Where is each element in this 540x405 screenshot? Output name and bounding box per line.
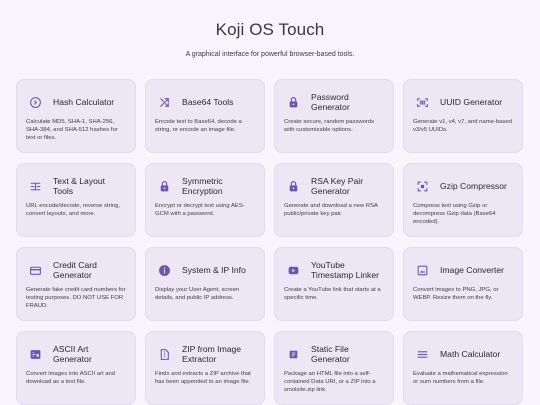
text-align-icon xyxy=(26,177,44,195)
tool-card-youtube-timestamp-linker[interactable]: YouTube Timestamp Linker Create a YouTube… xyxy=(274,247,394,321)
page-subtitle: A graphical interface for powerful brows… xyxy=(185,51,355,58)
tool-card-header: Math Calculator xyxy=(413,343,514,365)
lock-icon xyxy=(284,177,302,195)
tool-card-title: Text & Layout Tools xyxy=(53,176,106,196)
tool-card-title: Image Converter xyxy=(440,265,505,275)
tool-card-description: Evaluate a mathematical expression or su… xyxy=(413,371,508,386)
tool-card-header: ZIP from Image Extractor xyxy=(155,343,256,365)
tool-card-title: UUID Generator xyxy=(440,97,503,107)
tool-card-description: Display your User Agent, screen details,… xyxy=(155,287,240,302)
tool-card-header: Image Converter xyxy=(413,259,514,281)
play-icon xyxy=(284,261,302,279)
tool-card-header: UUID Generator xyxy=(413,91,514,113)
tool-card-header: System & IP Info xyxy=(155,259,256,281)
swap-icon xyxy=(155,93,173,111)
tool-card-title: YouTube Timestamp Linker xyxy=(311,260,379,280)
tool-card-header: Static File Generator xyxy=(284,343,385,365)
tool-card-image-converter[interactable]: Image Converter Convert images to PNG, JP… xyxy=(403,247,523,321)
tool-card-password-generator[interactable]: Password Generator Create secure, random … xyxy=(274,79,394,153)
tool-card-description: URL encode/decode, reverse string, conve… xyxy=(26,203,121,218)
tool-card-description: Calculate MD5, SHA-1, SHA-256, SHA-384, … xyxy=(26,119,118,142)
tool-card-description: Convert images to PNG, JPG, or WEBP. Res… xyxy=(413,287,499,302)
tool-card-title: ASCII Art Generator xyxy=(53,344,92,364)
tool-card-header: Gzip Compressor xyxy=(413,175,514,197)
info-icon xyxy=(155,261,173,279)
tool-card-math-calculator[interactable]: Math Calculator Evaluate a mathematical e… xyxy=(403,331,523,405)
page: Koji OS Touch A graphical interface for … xyxy=(0,0,540,405)
credit-card-icon xyxy=(26,261,44,279)
tool-card-title: Hash Calculator xyxy=(53,97,115,107)
tool-card-hash-calculator[interactable]: Hash Calculator Calculate MD5, SHA-1, SHA… xyxy=(16,79,136,153)
tool-card-base64-tools[interactable]: Base64 Tools Encode text to Base64, decod… xyxy=(145,79,265,153)
tool-card-description: Compress text using Gzip or decompress G… xyxy=(413,203,496,226)
tool-card-header: YouTube Timestamp Linker xyxy=(284,259,385,281)
tool-card-description: Generate v1, v4, v7, and name-based v3/v… xyxy=(413,119,512,134)
tool-card-description: Encode text to Base64, decode a string, … xyxy=(155,119,242,134)
tool-card-title: Symmetric Encryption xyxy=(182,176,223,196)
tool-card-static-file-generator[interactable]: Static File Generator Package an HTML fil… xyxy=(274,331,394,405)
tool-card-title: System & IP Info xyxy=(182,265,246,275)
tool-card-title: Gzip Compressor xyxy=(440,181,507,191)
tool-card-header: Hash Calculator xyxy=(26,91,127,113)
tool-card-description: Encrypt or decrypt text using AES-GCM wi… xyxy=(155,203,245,218)
tool-card-rsa-key-pair-generator[interactable]: RSA Key Pair Generator Generate and downl… xyxy=(274,163,394,237)
tool-card-ascii-art-generator[interactable]: ASCII Art Generator Convert images into A… xyxy=(16,331,136,405)
tool-card-zip-from-image-extractor[interactable]: ZIP from Image Extractor Finds and extrac… xyxy=(145,331,265,405)
tool-card-description: Convert images into ASCII art and downlo… xyxy=(26,371,116,386)
menu-lines-icon xyxy=(413,345,431,363)
tool-card-gzip-compressor[interactable]: Gzip Compressor Compress text using Gzip … xyxy=(403,163,523,237)
tool-card-header: Symmetric Encryption xyxy=(155,175,256,197)
tool-card-symmetric-encryption[interactable]: Symmetric Encryption Encrypt or decrypt t… xyxy=(145,163,265,237)
tool-card-title: Password Generator xyxy=(311,92,350,112)
tool-card-description: Create secure, random passwords with cus… xyxy=(284,119,375,134)
page-title: Koji OS Touch xyxy=(215,20,325,39)
zip-file-icon xyxy=(155,345,173,363)
tool-card-description: Generate fake credit card numbers for te… xyxy=(26,287,126,310)
lock-icon xyxy=(284,93,302,111)
tool-card-title: Math Calculator xyxy=(440,349,501,359)
tool-card-header: ASCII Art Generator xyxy=(26,343,127,365)
tool-card-description: Package an HTML file into a self-contain… xyxy=(284,371,376,394)
hash-circle-icon xyxy=(26,93,44,111)
image-icon xyxy=(413,261,431,279)
tool-card-description: Generate and download a new RSA public/p… xyxy=(284,203,378,218)
barcode-icon xyxy=(413,93,431,111)
compress-icon xyxy=(413,177,431,195)
tool-card-header: Text & Layout Tools xyxy=(26,175,127,197)
ascii-art-icon xyxy=(26,345,44,363)
tool-card-description: Finds and extracts a ZIP archive that ha… xyxy=(155,371,251,386)
tool-card-header: Password Generator xyxy=(284,91,385,113)
tool-card-header: Credit Card Generator xyxy=(26,259,127,281)
tools-grid: Hash Calculator Calculate MD5, SHA-1, SHA… xyxy=(16,79,523,405)
tool-card-title: Base64 Tools xyxy=(182,97,234,107)
tool-card-title: Credit Card Generator xyxy=(53,260,97,280)
tool-card-text-and-layout-tools[interactable]: Text & Layout Tools URL encode/decode, re… xyxy=(16,163,136,237)
tool-card-title: ZIP from Image Extractor xyxy=(182,344,242,364)
tool-card-header: Base64 Tools xyxy=(155,91,256,113)
lock-icon xyxy=(155,177,173,195)
tool-card-credit-card-generator[interactable]: Credit Card Generator Generate fake credi… xyxy=(16,247,136,321)
tool-card-title: Static File Generator xyxy=(311,344,350,364)
tool-card-header: RSA Key Pair Generator xyxy=(284,175,385,197)
tool-card-title: RSA Key Pair Generator xyxy=(311,176,364,196)
tool-card-system-and-ip-info[interactable]: System & IP Info Display your User Agent,… xyxy=(145,247,265,321)
tool-card-description: Create a YouTube link that starts at a s… xyxy=(284,287,381,302)
package-icon xyxy=(284,345,302,363)
tool-card-uuid-generator[interactable]: UUID Generator Generate v1, v4, v7, and n… xyxy=(403,79,523,153)
